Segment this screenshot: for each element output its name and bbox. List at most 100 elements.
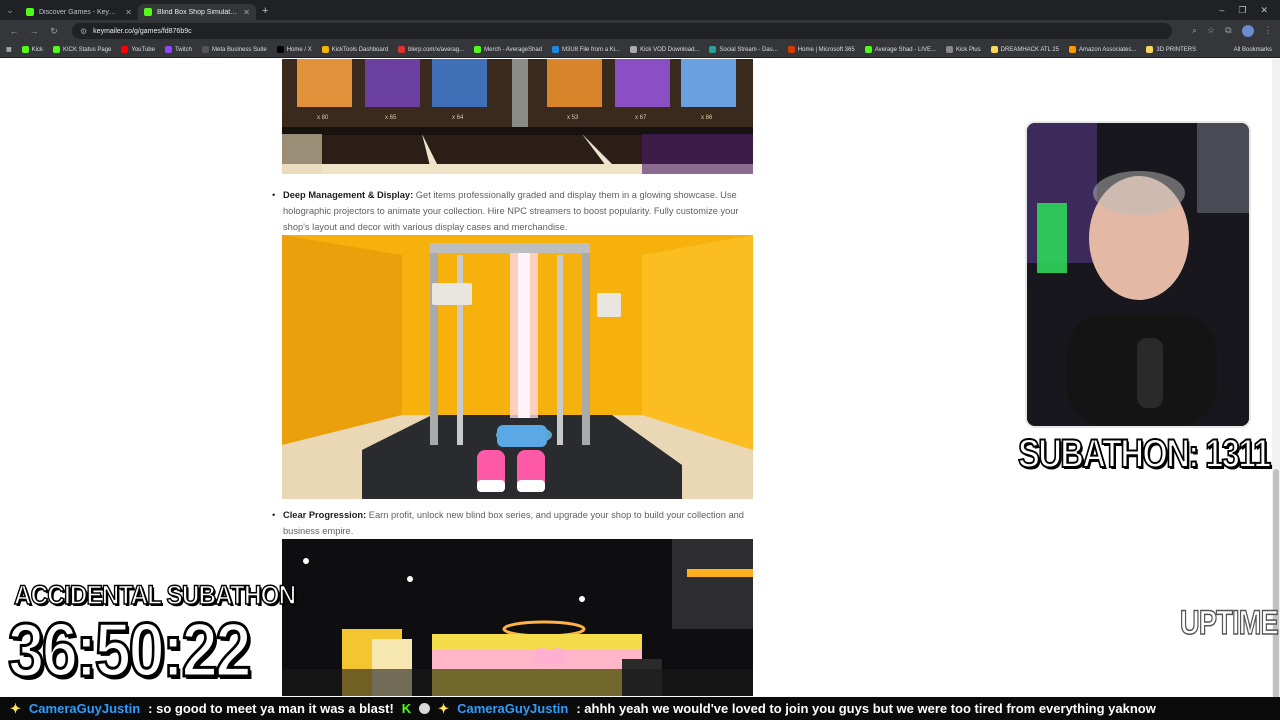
bookmark-favicon-icon (276, 46, 284, 53)
bookmark-favicon-icon (53, 46, 61, 53)
bookmark-item[interactable]: Kick Plus (945, 46, 981, 53)
bookmark-favicon-icon (1069, 46, 1077, 53)
bookmark-item[interactable]: Twitch (164, 46, 192, 53)
toolbar-icons: ⌕ ☆ ⧉ ⋮ (1192, 25, 1273, 37)
bookmark-favicon-icon (630, 46, 638, 53)
bookmark-star-icon[interactable]: ☆ (1207, 25, 1215, 37)
window-controls: – ❐ ✕ (1219, 5, 1280, 16)
reload-icon[interactable]: ↻ (48, 26, 60, 37)
bookmark-favicon-icon (201, 46, 209, 53)
bookmark-favicon-icon (398, 46, 406, 53)
bookmark-label: Meta Business Suite (211, 46, 267, 53)
chat-ticker: ✦ CameraGuyJustin : so good to meet ya m… (0, 697, 1280, 720)
bookmark-item[interactable]: Kick (21, 46, 44, 53)
kick-favicon-icon (144, 8, 152, 16)
zoom-icon[interactable]: ⌕ (1192, 25, 1197, 37)
minimize-icon[interactable]: – (1219, 5, 1224, 16)
card-count-label: x 67 (635, 115, 647, 121)
profile-avatar[interactable] (1241, 25, 1254, 37)
chat-username: CameraGuyJustin (28, 701, 141, 716)
bookmark-item[interactable]: Social Stream - Das... (709, 46, 778, 53)
restore-icon[interactable]: ❐ (1238, 5, 1246, 16)
bookmark-label: Home / X (286, 46, 312, 53)
card-count-label: x 86 (701, 115, 713, 121)
bookmark-label: Amazon Associates... (1079, 46, 1137, 53)
bookmark-label: KickTools Dashboard (331, 46, 389, 53)
bookmark-favicon-icon (21, 46, 29, 53)
tab-close-icon[interactable]: ✕ (125, 8, 132, 17)
bookmark-label: Kick (31, 46, 44, 53)
bookmark-item[interactable]: blerp.com/x/averag... (398, 46, 464, 53)
stream-screen: ⌄ Discover Games - Keymailer ✕ Blind Box… (0, 0, 1280, 720)
bookmark-label: Social Stream - Das... (719, 46, 778, 53)
bookmark-favicon-icon (787, 46, 795, 53)
sparkle-icon: ✦ (10, 700, 21, 716)
new-tab-button[interactable]: + (256, 5, 274, 17)
kick-favicon-icon (26, 8, 34, 16)
tab-discover-games[interactable]: Discover Games - Keymailer ✕ (20, 4, 138, 20)
scrollbar-thumb[interactable] (1273, 469, 1279, 720)
bookmark-favicon-icon (864, 46, 872, 53)
bookmark-item[interactable]: DREAMHACK ATL 25 (990, 46, 1060, 53)
card-count-label: x 53 (567, 115, 579, 121)
chat-message: : ahhh yeah we would've loved to join yo… (576, 701, 1156, 716)
address-bar[interactable]: ⚙ keymailer.co/g/games/fd876b9c (72, 23, 1172, 39)
kick-logo-icon: K (401, 701, 412, 716)
bookmark-item[interactable]: KICK Status Page (53, 46, 111, 53)
game-screenshot-shop (282, 539, 753, 696)
bookmark-item[interactable]: YouTube (121, 46, 155, 53)
close-window-icon[interactable]: ✕ (1260, 5, 1268, 16)
url-text: keymailer.co/g/games/fd876b9c (93, 27, 192, 35)
bookmark-item[interactable]: Kick VOD Download... (630, 46, 699, 53)
bookmark-item[interactable]: KickTools Dashboard (321, 46, 389, 53)
extensions-icon[interactable]: ⧉ (1225, 25, 1231, 37)
tab-blind-box[interactable]: Blind Box Shop Simulator - Key ✕ (138, 4, 256, 20)
bookmark-label: Home | Microsoft 365 (797, 46, 855, 53)
bookmark-label: Kick Plus (955, 46, 981, 53)
back-icon[interactable]: ← (8, 26, 20, 36)
apps-icon[interactable]: ▦ (6, 46, 12, 53)
bookmark-label: M3U8 File from a Ki... (562, 46, 621, 53)
bookmark-item[interactable]: Home | Microsoft 365 (787, 46, 855, 53)
browser-toolbar: ← → ↻ ⚙ keymailer.co/g/games/fd876b9c ⌕ … (0, 20, 1280, 42)
all-bookmarks-button[interactable]: All Bookmarks (1234, 47, 1280, 53)
bookmark-item[interactable]: Average Shad - LIVE... (864, 46, 936, 53)
bookmark-label: Kick VOD Download... (640, 46, 700, 53)
bookmark-label: Twitch (174, 46, 192, 53)
bookmark-item[interactable]: Amazon Associates... (1069, 46, 1136, 53)
bookmark-favicon-icon (945, 46, 953, 53)
bookmarks-bar: ▦ Kick KICK Status Page YouTube Twitch Meta … (0, 42, 1280, 58)
tab-search-icon[interactable]: ⌄ (0, 0, 20, 20)
tab-close-icon[interactable]: ✕ (243, 8, 250, 17)
site-info-icon[interactable]: ⚙ (80, 27, 87, 36)
subathon-timer: 36:50:22 (7, 608, 253, 693)
bookmark-item[interactable]: Meta Business Suite (201, 46, 267, 53)
bookmark-label: blerp.com/x/averag... (408, 46, 465, 53)
bookmark-item[interactable]: Home / X (276, 46, 312, 53)
blind-box-card (547, 59, 602, 107)
card-count-label: x 80 (317, 115, 329, 121)
blind-box-card (297, 59, 352, 107)
bookmark-favicon-icon (121, 46, 129, 53)
forward-icon[interactable]: → (28, 26, 40, 36)
bookmark-item[interactable]: 3D PRINTERS (1146, 46, 1196, 53)
bullet-label: Deep Management & Display: (283, 190, 414, 200)
bookmark-label: Merch - AverageShad (484, 46, 543, 53)
bookmark-label: DREAMHACK ATL 25 (1000, 46, 1060, 53)
bullet-dot: • (272, 510, 276, 520)
accidental-subathon-label: ACCIDENTAL SUBATHON (13, 579, 296, 611)
bookmark-item[interactable]: Merch - AverageShad (474, 46, 542, 53)
page-scrollbar[interactable] (1272, 59, 1280, 720)
blind-box-card (365, 59, 420, 107)
bookmark-favicon-icon (1146, 46, 1154, 53)
feature-bullet-progression: • Clear Progression: Earn profit, unlock… (272, 507, 752, 539)
menu-icon[interactable]: ⋮ (1264, 25, 1273, 37)
bookmark-favicon-icon (164, 46, 172, 53)
bookmark-item[interactable]: M3U8 File from a Ki... (552, 46, 620, 53)
bookmark-favicon-icon (321, 46, 329, 53)
bookmark-favicon-icon (552, 46, 560, 53)
browser-tab-bar: ⌄ Discover Games - Keymailer ✕ Blind Box… (0, 0, 1280, 20)
blind-box-card (615, 59, 670, 107)
feature-bullet-management: • Deep Management & Display: Get items p… (272, 187, 752, 235)
bookmark-favicon-icon (990, 46, 998, 53)
